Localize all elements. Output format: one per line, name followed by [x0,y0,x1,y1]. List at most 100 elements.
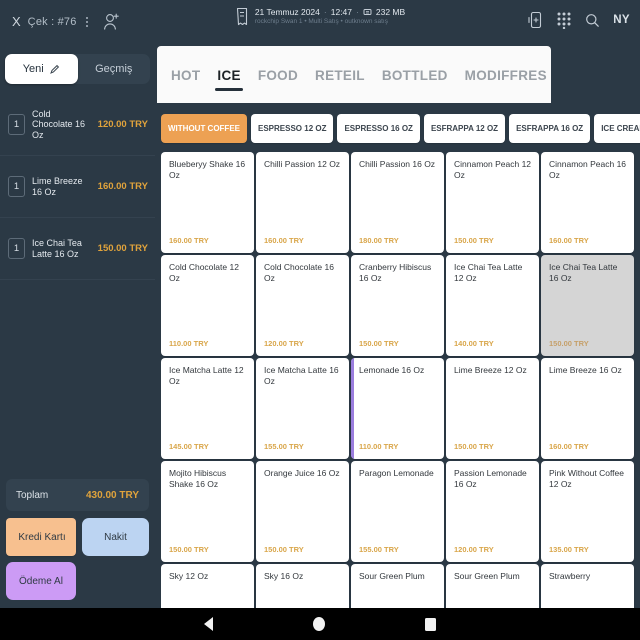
tab-hot[interactable]: HOT [169,51,202,99]
pencil-icon[interactable] [49,64,60,75]
person-add-icon[interactable] [103,12,120,31]
order-item-row[interactable]: 1 Ice Chai Tea Latte 16 Oz 150.00 TRY [0,218,155,280]
chip-ice-cream-milkshake[interactable]: ICE CREAM&MILKSHAKE [594,113,640,143]
take-payment-button[interactable]: Ödeme Al [6,562,76,600]
recents-square-icon[interactable] [425,617,436,631]
product-price: 135.00 TRY [549,545,589,554]
product-card[interactable]: Sky 16 Oz [256,564,349,608]
product-price: 110.00 TRY [359,442,399,451]
sidebar-tab-yeni[interactable]: Yeni [5,54,78,84]
order-item-qty[interactable]: 1 [8,114,25,135]
pay-credit-card-button[interactable]: Kredi Kartı [6,518,76,556]
product-card[interactable]: Paragon Lemonade 155.00 TRY [351,461,444,562]
tab-reteil[interactable]: RETEIL [313,51,367,99]
tab-ice[interactable]: ICE [215,51,244,99]
product-card-selected[interactable]: Ice Chai Tea Latte 16 Oz 150.00 TRY [541,255,634,356]
order-item-row[interactable]: 1 Cold Chocolate 16 Oz 120.00 TRY [0,94,155,156]
product-card[interactable]: Sour Green Plum [446,564,539,608]
product-name: Sour Green Plum [359,571,425,581]
product-price: 150.00 TRY [264,545,304,554]
top-bar-left-group: X Çek : #76 [0,0,120,31]
product-card[interactable]: Cranberry Hibiscus 16 Oz 150.00 TRY [351,255,444,356]
top-bar-right-group: NY [528,11,630,29]
product-price: 150.00 TRY [454,236,494,245]
product-name: Lemonade 16 Oz [359,365,425,375]
payment-buttons-group: Kredi Kartı Nakit Ödeme Al [0,518,155,608]
product-price: 160.00 TRY [169,236,209,245]
user-initials-badge[interactable]: NY [613,14,630,26]
chip-esfrappa-12-oz[interactable]: ESFRAPPA 12 OZ [423,113,506,143]
product-name: Ice Matcha Latte 12 Oz [169,365,244,387]
sidebar-tab-yeni-label: Yeni [22,63,44,75]
order-item-qty[interactable]: 1 [8,176,25,197]
tab-food[interactable]: FOOD [256,51,300,99]
device-add-icon[interactable] [528,11,543,29]
header-status-line: 21 Temmuz 2024 · 12:47 · 232 MB [255,7,405,17]
header-date: 21 Temmuz 2024 [254,7,320,17]
check-number-label[interactable]: Çek : #76 [28,16,77,28]
product-card[interactable]: Orange Juice 16 Oz 150.00 TRY [256,461,349,562]
product-card[interactable]: Passion Lemonade 16 Oz 120.00 TRY [446,461,539,562]
product-name: Chilli Passion 16 Oz [359,159,436,169]
product-name: Ice Chai Tea Latte 16 Oz [549,262,618,284]
product-price: 110.00 TRY [169,339,209,348]
product-card[interactable]: Strawberry [541,564,634,608]
pos-app-screen: X Çek : #76 21 Temmuz 2024 · 12:47 · 232… [0,0,640,640]
top-bar: X Çek : #76 21 Temmuz 2024 · 12:47 · 232… [0,0,640,46]
product-card[interactable]: Ice Matcha Latte 12 Oz 145.00 TRY [161,358,254,459]
order-item-qty[interactable]: 1 [8,238,25,259]
tab-modiffres[interactable]: MODIFFRES [463,51,549,99]
chip-espresso-12-oz[interactable]: ESPRESSO 12 OZ [251,113,334,143]
product-card[interactable]: Pink Without Coffee 12 Oz 135.00 TRY [541,461,634,562]
product-card[interactable]: Cinnamon Peach 12 Oz 150.00 TRY [446,152,539,253]
product-card[interactable]: Lime Breeze 12 Oz 150.00 TRY [446,358,539,459]
chip-esfrappa-16-oz[interactable]: ESFRAPPA 16 OZ [509,113,591,143]
product-card[interactable]: Ice Matcha Latte 16 Oz 155.00 TRY [256,358,349,459]
sidebar-tab-gecmis[interactable]: Geçmiş [78,54,151,84]
product-card[interactable]: Mojito Hibiscus Shake 16 Oz 150.00 TRY [161,461,254,562]
product-price: 140.00 TRY [454,339,494,348]
header-separator-1: · [323,7,327,17]
product-name: Pink Without Coffee 12 Oz [549,468,624,490]
product-price: 155.00 TRY [264,442,304,451]
order-total-label: Toplam [16,489,49,501]
product-name: Cranberry Hibiscus 16 Oz [359,262,432,284]
product-card[interactable]: Chilli Passion 12 Oz 160.00 TRY [256,152,349,253]
pay-cash-button[interactable]: Nakit [82,518,149,556]
product-price: 180.00 TRY [359,236,399,245]
product-name: Cinnamon Peach 12 Oz [454,159,532,181]
header-time: 12:47 [330,7,353,17]
order-item-row[interactable]: 1 Lime Breeze 16 Oz 160.00 TRY [0,156,155,218]
chip-espresso-16-oz[interactable]: ESPRESSO 16 OZ [337,113,420,143]
product-card[interactable]: Ice Chai Tea Latte 12 Oz 140.00 TRY [446,255,539,356]
product-name: Mojito Hibiscus Shake 16 Oz [169,468,227,490]
close-icon[interactable]: X [12,15,21,28]
home-circle-icon[interactable] [313,617,325,631]
product-price: 120.00 TRY [454,545,494,554]
product-card[interactable]: Cold Chocolate 16 Oz 120.00 TRY [256,255,349,356]
keypad-icon[interactable] [556,11,572,29]
order-item-price: 120.00 TRY [97,119,148,130]
product-name: Cold Chocolate 12 Oz [169,262,239,284]
chip-without-coffee[interactable]: WITHOUT COFFEE [161,113,247,143]
product-card[interactable]: Chilli Passion 16 Oz 180.00 TRY [351,152,444,253]
product-card[interactable]: Cinnamon Peach 16 Oz 160.00 TRY [541,152,634,253]
category-tabs: HOT ICE FOOD RETEIL BOTTLED MODIFFRES [157,46,551,103]
product-name: Paragon Lemonade [359,468,434,478]
product-card[interactable]: Lime Breeze 16 Oz 160.00 TRY [541,358,634,459]
product-card[interactable]: Sky 12 Oz [161,564,254,608]
product-price: 150.00 TRY [454,442,494,451]
product-card[interactable]: Sour Green Plum [351,564,444,608]
product-card[interactable]: Blueberyy Shake 16 Oz 160.00 TRY [161,152,254,253]
back-triangle-icon[interactable] [204,617,213,631]
product-name: Cold Chocolate 16 Oz [264,262,334,284]
order-item-name: Cold Chocolate 16 Oz [32,108,86,140]
tab-bottled[interactable]: BOTTLED [380,51,450,99]
memory-chip-icon [363,8,372,16]
header-subtitle: rockchip Swan 1 • Multi Satış • outknown… [254,18,388,25]
order-mode-segmented-control: Yeni Geçmiş [5,54,150,84]
vertical-dots-icon[interactable] [84,16,90,27]
product-card[interactable]: Cold Chocolate 12 Oz 110.00 TRY [161,255,254,356]
product-card[interactable]: Lemonade 16 Oz 110.00 TRY [351,358,444,459]
search-icon[interactable] [585,13,600,28]
